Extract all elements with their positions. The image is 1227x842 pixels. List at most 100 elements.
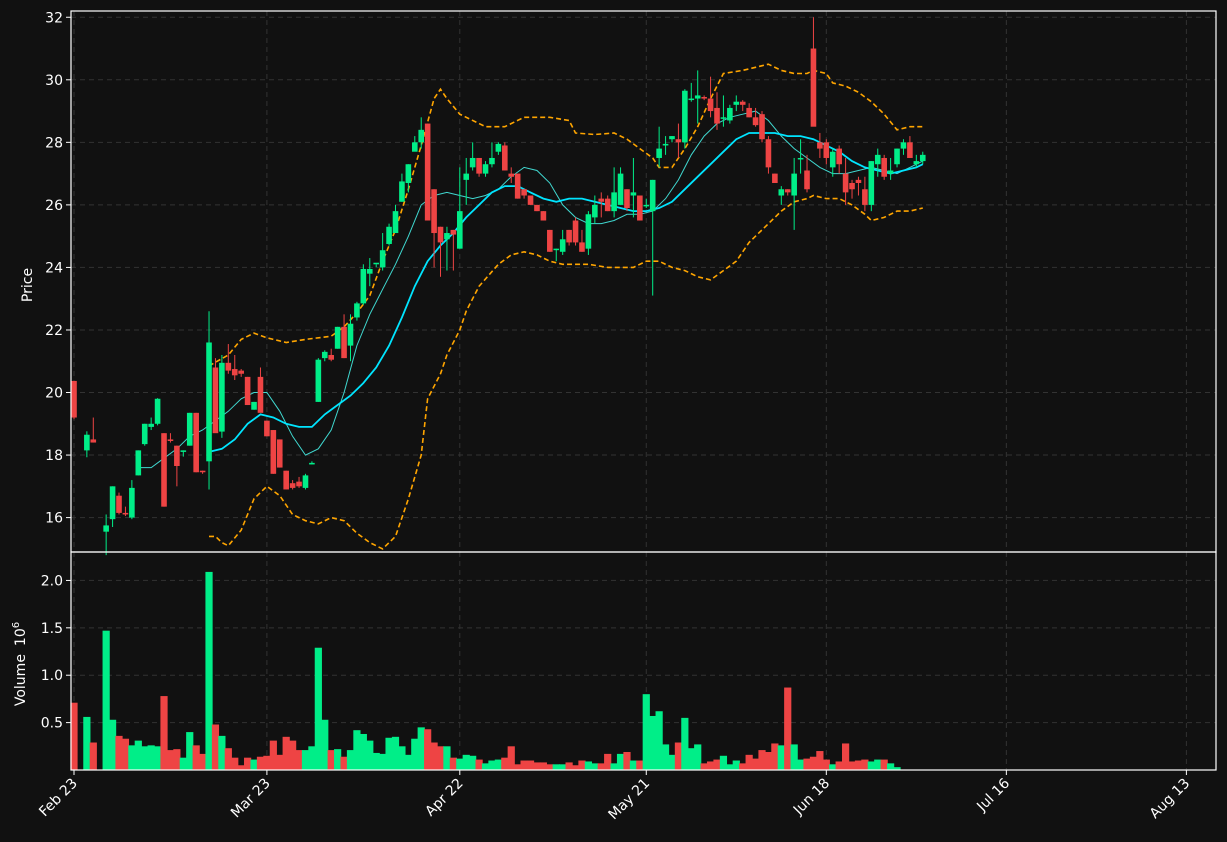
volume-bar: [822, 759, 830, 770]
volume-bar: [674, 742, 683, 770]
volume-axis-multiplier: 10: [13, 628, 29, 646]
candle-body: [231, 369, 238, 376]
volume-bar: [591, 763, 599, 770]
volume-bar: [604, 753, 612, 770]
price-tick-label: 20: [45, 386, 63, 402]
candle-body: [418, 129, 425, 143]
volume-bar: [179, 757, 187, 770]
candle-body: [174, 445, 180, 467]
candle-body: [643, 204, 650, 207]
volume-bar: [520, 760, 528, 770]
candle-body: [373, 262, 380, 265]
volume-bar: [147, 745, 155, 770]
volume-bar: [784, 687, 792, 770]
volume-bar: [636, 760, 644, 770]
volume-bar: [494, 759, 502, 770]
candle-body: [392, 211, 399, 234]
volume-bar: [327, 750, 335, 770]
volume-bar: [771, 743, 779, 770]
candle-body: [463, 173, 470, 180]
candle-body: [508, 173, 515, 177]
candle-body: [617, 173, 624, 205]
volume-bar: [790, 744, 798, 770]
candle-body: [759, 114, 765, 140]
candle-body: [90, 439, 97, 443]
candle-body: [630, 192, 637, 196]
candle-body: [476, 157, 482, 174]
volume-bar: [295, 750, 303, 770]
volume-bar: [887, 763, 895, 770]
candle-body: [579, 242, 585, 252]
volume-bar: [642, 694, 650, 770]
volume-bar: [623, 751, 631, 770]
volume-bar: [481, 763, 490, 770]
volume-bar: [501, 757, 509, 770]
candle-body: [527, 195, 534, 205]
volume-bar: [404, 754, 412, 770]
volume-bar: [629, 760, 638, 770]
volume-bar: [700, 763, 708, 770]
volume-bar: [108, 719, 117, 770]
volume-bar: [417, 727, 425, 770]
volume-bar: [842, 743, 850, 770]
candle-body: [572, 220, 579, 243]
volume-bar: [231, 757, 239, 770]
candle-body: [283, 470, 289, 490]
candle-body: [450, 229, 457, 235]
candle-body: [656, 148, 662, 158]
candle-body: [887, 170, 894, 174]
volume-bar: [584, 761, 592, 770]
candle-body: [797, 157, 804, 160]
volume-bar: [398, 746, 406, 770]
candle-body: [347, 323, 354, 346]
volume-bar: [379, 753, 387, 770]
candle-body: [784, 189, 791, 193]
volume-bar: [269, 740, 277, 770]
candle-body: [186, 412, 193, 446]
candle-body: [264, 420, 270, 437]
volume-bar: [616, 753, 625, 770]
candle-body: [913, 161, 920, 165]
volume-bar: [539, 762, 547, 770]
candle-body: [109, 486, 116, 520]
volume-bar: [880, 759, 888, 770]
candle-body: [405, 164, 412, 183]
candle-body: [598, 198, 605, 202]
volume-bar: [526, 760, 535, 770]
volume-bar: [462, 754, 470, 770]
candle-body: [141, 423, 148, 445]
candle-body: [116, 495, 122, 513]
candle-body: [662, 143, 669, 146]
candle-body: [302, 475, 309, 488]
candle-body: [727, 107, 733, 121]
candle-body: [855, 179, 862, 183]
volume-bar: [655, 711, 663, 770]
candle-body: [431, 189, 437, 234]
volume-bar: [224, 748, 232, 770]
candle-body: [611, 192, 617, 212]
candle-body: [688, 98, 695, 101]
volume-bar: [861, 759, 869, 770]
volume-bar: [835, 761, 843, 770]
candle-body: [270, 430, 277, 474]
candle-body: [379, 250, 386, 268]
volume-bar: [372, 752, 380, 770]
volume-bar: [533, 762, 541, 770]
volume-bar: [565, 762, 573, 770]
volume-bar: [263, 755, 271, 770]
chart-background: [0, 0, 1227, 842]
volume-axis-title: Volume 106: [11, 622, 29, 706]
candle-body: [675, 139, 682, 143]
candle-body: [682, 90, 688, 143]
volume-bar: [289, 740, 297, 770]
volume-bar: [237, 765, 245, 770]
candle-body: [714, 107, 720, 124]
volume-bar: [706, 761, 715, 770]
volume-bar: [436, 746, 445, 770]
volume-bar: [411, 738, 419, 770]
volume-bar: [134, 740, 142, 770]
volume-bar: [610, 763, 618, 770]
volume-bar: [713, 759, 721, 770]
candle-body: [276, 439, 283, 468]
price-axis-title: Price: [20, 268, 36, 302]
